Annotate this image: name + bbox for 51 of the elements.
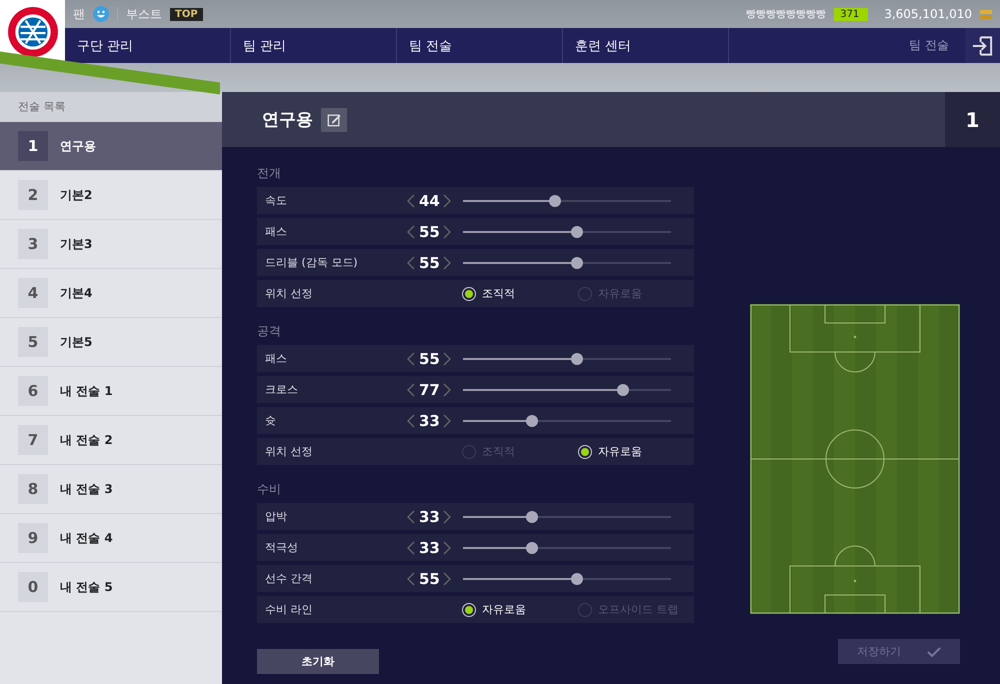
setting-label: 적극성: [265, 540, 299, 555]
section-title: 전개: [257, 165, 282, 182]
setting-value: 33: [419, 538, 439, 556]
section-title: 수비: [257, 481, 282, 498]
setting-value: 33: [419, 412, 439, 430]
radio-option[interactable]: 자유로움: [578, 444, 694, 459]
boost-label: 부스트: [126, 6, 162, 22]
level-badge: 371: [834, 8, 868, 20]
section-title: 공격: [257, 323, 282, 340]
coin-count: 3,605,101,010: [884, 7, 972, 21]
setting-label: 패스: [265, 351, 288, 366]
player-name: 빵빵빵빵빵빵빵빵: [746, 8, 826, 21]
current-page-label: 팀 전술: [908, 37, 950, 54]
setting-label: 선수 간격: [265, 571, 314, 586]
setting-value: 55: [419, 350, 439, 368]
setting-value: 77: [419, 380, 439, 398]
radio-option[interactable]: 자유로움: [462, 602, 578, 617]
tactic-list-item[interactable]: 9 내 전술 4: [0, 514, 222, 563]
nav-tab[interactable]: 팀 관리: [231, 28, 397, 63]
tactic-list-item[interactable]: 2 기본2: [0, 171, 222, 220]
tactic-list-item[interactable]: 7 내 전술 2: [0, 416, 222, 465]
nav-tab[interactable]: 팀 전술: [397, 28, 563, 63]
setting-value: 33: [419, 508, 439, 526]
setting-label: 위치 선정: [265, 444, 314, 459]
tactic-list-item[interactable]: 3 기본3: [0, 220, 222, 269]
setting-label: 수비 라인: [265, 602, 314, 617]
tactic-title: 연구용: [262, 109, 313, 131]
setting-label: 위치 선정: [265, 286, 314, 301]
nav-tab[interactable]: 훈련 센터: [563, 28, 729, 63]
tactic-list-item[interactable]: 4 기본4: [0, 269, 222, 318]
setting-value: 55: [419, 254, 439, 272]
reset-button[interactable]: 초기화: [257, 649, 379, 674]
setting-label: 드리블 (감독 모드): [265, 255, 359, 270]
setting-label: 슛: [265, 413, 277, 428]
radio-option[interactable]: 조직적: [462, 286, 578, 301]
setting-label: 압박: [265, 509, 288, 524]
slot-number: 1: [945, 92, 1000, 147]
setting-value: 44: [419, 192, 439, 210]
setting-value: 55: [419, 570, 439, 588]
tactic-list-item[interactable]: 5 기본5: [0, 318, 222, 367]
boost-badge: TOP: [170, 8, 203, 20]
tactic-list-item[interactable]: 8 내 전술 3: [0, 465, 222, 514]
setting-value: 55: [419, 222, 439, 240]
fan-label: 팬: [73, 6, 85, 22]
setting-label: 패스: [265, 224, 288, 239]
tactic-list-item[interactable]: 1 연구용: [0, 122, 222, 171]
tactic-list-item[interactable]: 6 내 전술 1: [0, 367, 222, 416]
setting-label: 크로스: [265, 382, 299, 397]
setting-label: 속도: [265, 193, 288, 208]
sidebar-title: 전술 목록: [0, 92, 222, 122]
tactic-list-item[interactable]: 0 내 전술 5: [0, 563, 222, 612]
